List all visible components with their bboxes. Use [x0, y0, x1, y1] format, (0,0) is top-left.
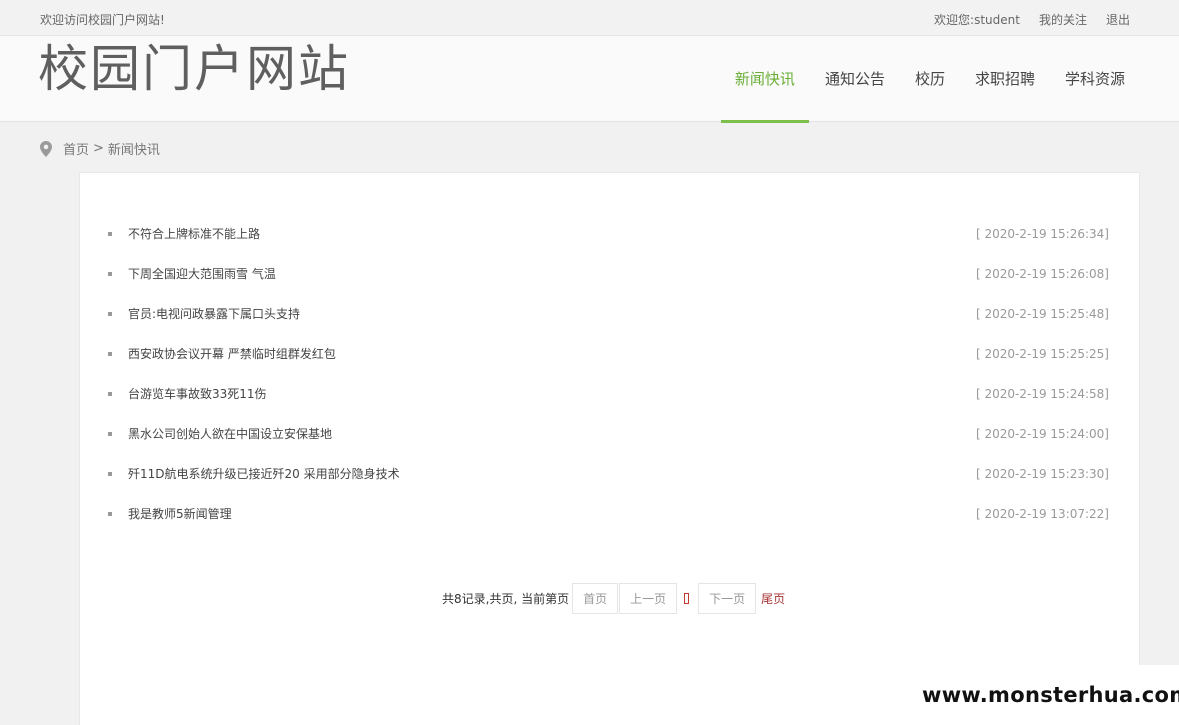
bullet-icon [108, 231, 112, 236]
watermark: www.monsterhua.com [919, 665, 1179, 725]
list-item: 下周全国迎大范围雨雪 气温 [ 2020-2-19 15:26:08] [108, 261, 1109, 301]
breadcrumb-separator: > [93, 141, 104, 156]
breadcrumb-home[interactable]: 首页 [63, 139, 89, 158]
news-title-link[interactable]: 歼11D航电系统升级已接近歼20 采用部分隐身技术 [128, 467, 400, 481]
nav-item-notices[interactable]: 通知公告 [811, 36, 899, 122]
news-title-link[interactable]: 下周全国迎大范围雨雪 气温 [128, 267, 276, 281]
nav-item-jobs[interactable]: 求职招聘 [961, 36, 1049, 122]
site-logo[interactable]: 校园门户网站 [38, 38, 350, 100]
user-greeting: 欢迎您:student [934, 13, 1020, 27]
news-time: [ 2020-2-19 15:24:00] [976, 427, 1109, 441]
last-page-link[interactable]: 尾页 [761, 590, 785, 607]
news-title-link[interactable]: 我是教师5新闻管理 [128, 507, 232, 521]
list-item: 台游览车事故致33死11伤 [ 2020-2-19 15:24:58] [108, 381, 1109, 421]
list-item: 官员:电视问政暴露下属口头支持 [ 2020-2-19 15:25:48] [108, 301, 1109, 341]
bullet-icon [108, 391, 112, 396]
list-item: 歼11D航电系统升级已接近歼20 采用部分隐身技术 [ 2020-2-19 15… [108, 461, 1109, 501]
news-title-link[interactable]: 黑水公司创始人欲在中国设立安保基地 [128, 427, 332, 441]
news-title-link[interactable]: 台游览车事故致33死11伤 [128, 387, 267, 401]
nav-item-calendar[interactable]: 校历 [901, 36, 959, 122]
welcome-text: 欢迎访问校园门户网站! [40, 13, 165, 27]
content-panel: 不符合上牌标准不能上路 [ 2020-2-19 15:26:34] 下周全国迎大… [79, 172, 1140, 725]
nav-item-news[interactable]: 新闻快讯 [720, 36, 809, 123]
current-page-indicator [684, 593, 690, 604]
news-time: [ 2020-2-19 15:25:25] [976, 347, 1109, 361]
news-title-link[interactable]: 不符合上牌标准不能上路 [128, 227, 260, 241]
location-pin-icon [40, 140, 52, 157]
bullet-icon [108, 351, 112, 356]
top-bar: 欢迎访问校园门户网站! 欢迎您:student 我的关注 退出 [0, 0, 1179, 36]
bullet-icon [108, 311, 112, 316]
news-time: [ 2020-2-19 15:24:58] [976, 387, 1109, 401]
pagination: 共8记录,共页, 当前第页 首页 上一页 下一页 尾页 [442, 583, 785, 614]
list-item: 西安政协会议开幕 严禁临时组群发红包 [ 2020-2-19 15:25:25] [108, 341, 1109, 381]
next-page-button[interactable]: 下一页 [698, 583, 757, 614]
bullet-icon [108, 471, 112, 476]
bullet-icon [108, 271, 112, 276]
news-title-link[interactable]: 西安政协会议开幕 严禁临时组群发红包 [128, 347, 336, 361]
news-list: 不符合上牌标准不能上路 [ 2020-2-19 15:26:34] 下周全国迎大… [108, 221, 1109, 541]
main-nav: 新闻快讯 通知公告 校历 求职招聘 学科资源 [719, 36, 1139, 123]
bullet-icon [108, 511, 112, 516]
nav-item-resources[interactable]: 学科资源 [1051, 36, 1139, 122]
list-item: 我是教师5新闻管理 [ 2020-2-19 13:07:22] [108, 501, 1109, 541]
prev-page-button[interactable]: 上一页 [619, 583, 678, 614]
first-page-button[interactable]: 首页 [572, 583, 619, 614]
breadcrumb: 首页 > 新闻快讯 [40, 139, 160, 158]
pagination-summary: 共8记录,共页, 当前第页 [442, 592, 570, 606]
logout-link[interactable]: 退出 [1106, 11, 1130, 28]
news-time: [ 2020-2-19 15:23:30] [976, 467, 1109, 481]
news-time: [ 2020-2-19 15:26:08] [976, 267, 1109, 281]
list-item: 黑水公司创始人欲在中国设立安保基地 [ 2020-2-19 15:24:00] [108, 421, 1109, 461]
list-item: 不符合上牌标准不能上路 [ 2020-2-19 15:26:34] [108, 221, 1109, 261]
breadcrumb-current: 新闻快讯 [107, 143, 160, 158]
news-time: [ 2020-2-19 13:07:22] [976, 507, 1109, 521]
my-follow-link[interactable]: 我的关注 [1039, 11, 1087, 28]
news-title-link[interactable]: 官员:电视问政暴露下属口头支持 [128, 307, 300, 321]
site-header: 校园门户网站 新闻快讯 通知公告 校历 求职招聘 学科资源 [0, 36, 1179, 123]
bullet-icon [108, 431, 112, 436]
news-time: [ 2020-2-19 15:26:34] [976, 227, 1109, 241]
user-links: 欢迎您:student 我的关注 退出 [934, 11, 1130, 28]
news-time: [ 2020-2-19 15:25:48] [976, 307, 1109, 321]
